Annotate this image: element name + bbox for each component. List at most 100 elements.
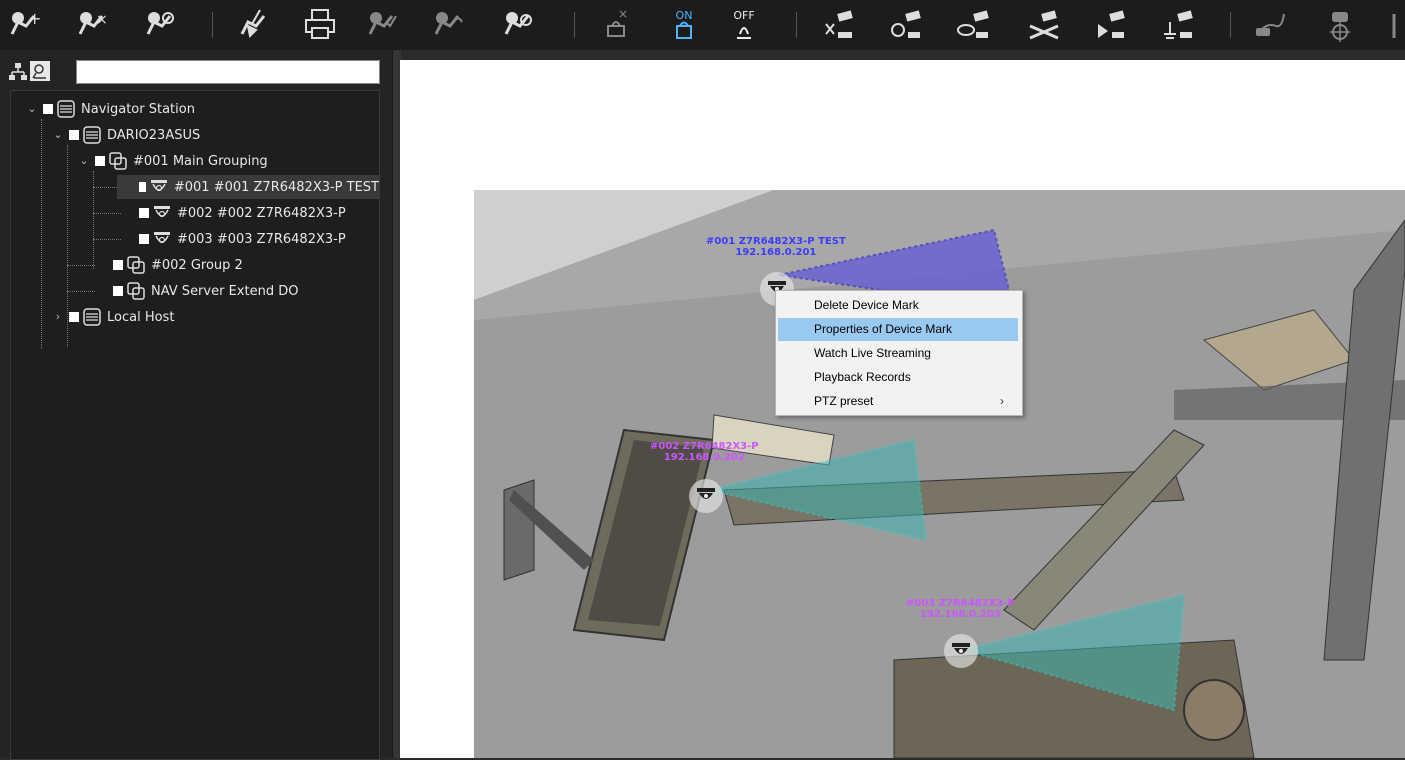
camera-ip: 192.168.0.201 bbox=[735, 247, 817, 258]
menu-item-label: Delete Device Mark bbox=[814, 298, 919, 312]
alarm-reset-icon[interactable]: × bbox=[596, 4, 636, 44]
tree-node-label: NAV Server Extend DO bbox=[151, 283, 299, 299]
group-icon bbox=[109, 152, 127, 170]
printer-icon[interactable] bbox=[300, 4, 340, 44]
tree-node-group-2[interactable]: #002 Group 2 bbox=[91, 253, 243, 277]
server-icon bbox=[57, 100, 75, 118]
menu-item-delete-device-mark[interactable]: Delete Device Mark bbox=[778, 294, 1018, 317]
server-icon bbox=[83, 308, 101, 326]
tree-view-icon[interactable] bbox=[8, 62, 28, 82]
camera-name: #003 Z7R6482X3-P bbox=[906, 598, 1015, 609]
search-device-icon[interactable] bbox=[30, 61, 50, 81]
search-input[interactable] bbox=[76, 60, 380, 84]
svg-text:×: × bbox=[618, 7, 628, 21]
menu-item-playback-records[interactable]: Playback Records bbox=[778, 366, 1018, 389]
svg-text:+: + bbox=[28, 9, 41, 28]
map-pin-x-icon[interactable]: × bbox=[72, 4, 112, 44]
device-tree: ⌄ Navigator Station ⌄ DARIO23ASUS ⌄ #001… bbox=[10, 90, 380, 760]
camera-close-icon[interactable] bbox=[818, 4, 858, 44]
camera-mark-002-label: #002 Z7R6482X3-P 192.168.0.202 bbox=[650, 441, 759, 463]
tree-node-label: #001 Main Grouping bbox=[133, 153, 268, 169]
main-toolbar: + × × ON OFF bbox=[0, 0, 1405, 50]
server-icon bbox=[83, 126, 101, 144]
camera-mark-003-icon[interactable] bbox=[944, 634, 978, 668]
tree-node-nav-server-extend[interactable]: NAV Server Extend DO bbox=[91, 279, 298, 303]
alarm-off-icon bbox=[737, 27, 751, 39]
map-pin-gear-icon[interactable] bbox=[140, 4, 180, 44]
node-checkbox[interactable] bbox=[95, 156, 105, 166]
map-undo-icon[interactable] bbox=[428, 4, 468, 44]
overflow-icon[interactable] bbox=[1384, 4, 1405, 44]
toolbar-separator bbox=[212, 12, 213, 38]
tree-node-label: #001 #001 Z7R6482X3-P TEST bbox=[173, 179, 379, 195]
chevron-down-icon[interactable]: ⌄ bbox=[77, 154, 91, 168]
camera-mark-001-label: #001 Z7R6482X3-P TEST 192.168.0.201 bbox=[706, 236, 846, 258]
node-checkbox[interactable] bbox=[43, 104, 53, 114]
tree-node-camera-003[interactable]: #003 #003 Z7R6482X3-P bbox=[117, 227, 346, 251]
camera-ip: 192.168.0.203 bbox=[919, 609, 1001, 620]
toolbar-separator bbox=[796, 12, 797, 38]
svg-text:×: × bbox=[96, 12, 108, 28]
toolbar-separator bbox=[574, 12, 575, 38]
menu-item-properties-device-mark[interactable]: Properties of Device Mark bbox=[778, 318, 1018, 341]
group-icon bbox=[127, 282, 145, 300]
alarm-off-button[interactable]: OFF bbox=[724, 4, 764, 44]
device-tree-panel: ⌄ Navigator Station ⌄ DARIO23ASUS ⌄ #001… bbox=[0, 50, 392, 760]
node-checkbox[interactable] bbox=[139, 234, 149, 244]
alarm-on-button[interactable]: ON bbox=[664, 4, 704, 44]
tree-node-dario23asus[interactable]: ⌄ DARIO23ASUS bbox=[51, 123, 200, 147]
toolbar-separator bbox=[1230, 12, 1231, 38]
map-refresh-icon[interactable] bbox=[498, 4, 538, 44]
car-target-icon[interactable] bbox=[1320, 4, 1360, 44]
menu-item-ptz-preset[interactable]: PTZ preset › bbox=[778, 390, 1018, 413]
device-mark-context-menu: Delete Device Mark Properties of Device … bbox=[775, 290, 1023, 416]
chevron-down-icon[interactable]: ⌄ bbox=[25, 102, 39, 116]
tree-connector bbox=[41, 119, 42, 349]
camera-icon bbox=[150, 178, 168, 196]
menu-item-watch-live-streaming[interactable]: Watch Live Streaming bbox=[778, 342, 1018, 365]
tree-node-main-grouping[interactable]: ⌄ #001 Main Grouping bbox=[77, 149, 268, 173]
node-checkbox[interactable] bbox=[69, 130, 79, 140]
menu-item-label: Watch Live Streaming bbox=[814, 346, 931, 360]
car-route-icon[interactable] bbox=[1252, 4, 1292, 44]
menu-item-label: Playback Records bbox=[814, 370, 911, 384]
camera-disconnect-icon[interactable] bbox=[1024, 4, 1064, 44]
tree-node-label: Local Host bbox=[107, 309, 175, 325]
tree-node-navigator-station[interactable]: ⌄ Navigator Station bbox=[25, 97, 195, 121]
tree-node-label: Navigator Station bbox=[81, 101, 195, 117]
menu-item-label: Properties of Device Mark bbox=[814, 322, 953, 336]
camera-play-icon[interactable] bbox=[1090, 4, 1130, 44]
camera-mark-002-icon[interactable] bbox=[689, 479, 723, 513]
tree-node-local-host[interactable]: › Local Host bbox=[51, 305, 174, 329]
map-check-icon[interactable] bbox=[362, 4, 402, 44]
tree-node-camera-002[interactable]: #002 #002 Z7R6482X3-P bbox=[117, 201, 346, 225]
camera-name: #002 Z7R6482X3-P bbox=[650, 441, 759, 452]
map-pin-plus-icon[interactable]: + bbox=[4, 4, 44, 44]
camera-name: #001 Z7R6482X3-P TEST bbox=[706, 236, 846, 247]
camera-gear-icon[interactable] bbox=[886, 4, 926, 44]
node-checkbox[interactable] bbox=[69, 312, 79, 322]
menu-item-label: PTZ preset bbox=[814, 394, 874, 408]
node-checkbox[interactable] bbox=[113, 260, 123, 270]
camera-eye-icon[interactable] bbox=[954, 4, 994, 44]
tree-node-label: #002 Group 2 bbox=[151, 257, 243, 273]
camera-mark-003-label: #003 Z7R6482X3-P 192.168.0.203 bbox=[906, 598, 1015, 620]
camera-ip: 192.168.0.202 bbox=[663, 452, 745, 463]
camera-icon bbox=[153, 230, 171, 248]
chevron-down-icon[interactable]: ⌄ bbox=[51, 128, 65, 142]
tree-search-row bbox=[8, 60, 380, 84]
node-checkbox[interactable] bbox=[139, 182, 146, 192]
node-checkbox[interactable] bbox=[139, 208, 149, 218]
camera-icon bbox=[153, 204, 171, 222]
tree-node-camera-001[interactable]: #001 #001 Z7R6482X3-P TEST bbox=[117, 175, 379, 199]
tree-node-label: #003 #003 Z7R6482X3-P bbox=[177, 231, 346, 247]
tree-node-label: #002 #002 Z7R6482X3-P bbox=[177, 205, 346, 221]
tree-node-label: DARIO23ASUS bbox=[107, 127, 201, 143]
map-broom-icon[interactable] bbox=[234, 4, 274, 44]
chevron-right-icon[interactable]: › bbox=[51, 310, 65, 324]
factory-map-image bbox=[474, 190, 1405, 758]
submenu-arrow-icon: › bbox=[1000, 394, 1004, 408]
node-checkbox[interactable] bbox=[113, 286, 123, 296]
group-icon bbox=[127, 256, 145, 274]
camera-ptz-icon[interactable] bbox=[1158, 4, 1198, 44]
